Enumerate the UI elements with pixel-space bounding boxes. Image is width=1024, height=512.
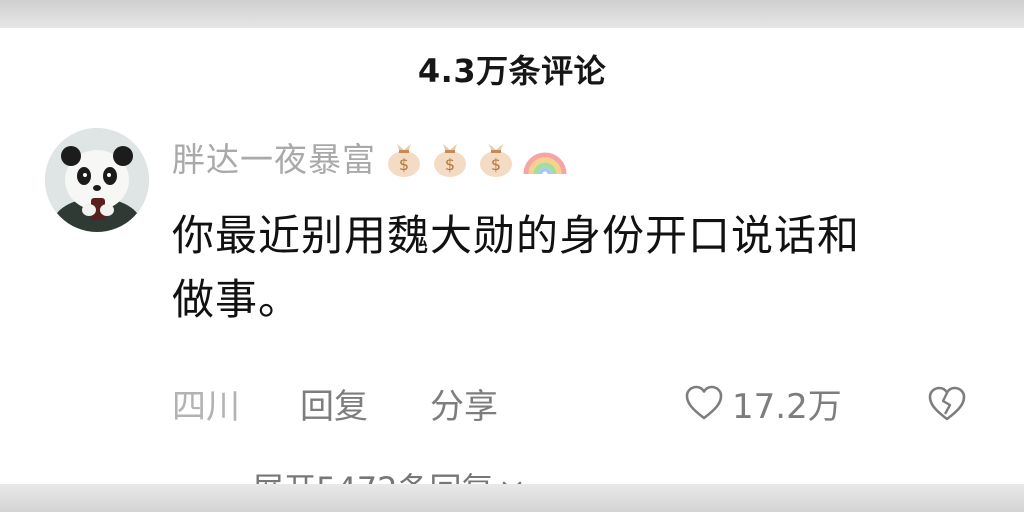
comments-panel: 4.3万条评论 胖达一夜暴富 $ $ $ 你最近别用魏大勋的身份开口说话和 做事… <box>0 28 1024 508</box>
money-bag-icon: $ <box>388 144 420 177</box>
broken-heart-icon <box>928 386 966 421</box>
top-dim-strip <box>0 0 1024 28</box>
money-bag-icon: $ <box>434 144 466 177</box>
bottom-dim-strip <box>0 484 1024 512</box>
share-button[interactable]: 分享 <box>430 378 498 428</box>
rainbow-icon <box>523 152 567 175</box>
heart-outline-icon <box>685 385 723 420</box>
panda-avatar-icon[interactable] <box>45 128 149 232</box>
username-row: 胖达一夜暴富 $ $ $ <box>172 134 574 180</box>
like-button[interactable]: 17.2万 <box>684 378 842 428</box>
comments-count-title: 4.3万条评论 <box>417 52 607 90</box>
svg-text:$: $ <box>491 155 501 174</box>
svg-text:$: $ <box>399 155 409 174</box>
like-count: 17.2万 <box>732 386 842 427</box>
reply-button[interactable]: 回复 <box>300 378 368 428</box>
comment-text-line: 做事。 <box>172 275 302 324</box>
dislike-button[interactable] <box>926 384 968 424</box>
screen: 4.3万条评论 胖达一夜暴富 $ $ $ 你最近别用魏大勋的身份开口说话和 做事… <box>0 0 1024 512</box>
location-label: 四川 <box>172 386 240 427</box>
comment-body: 你最近别用魏大勋的身份开口说话和 做事。 <box>172 204 972 332</box>
username[interactable]: 胖达一夜暴富 <box>172 133 376 181</box>
username-emojis: $ $ $ <box>384 136 574 178</box>
svg-text:$: $ <box>445 155 455 174</box>
comment-text-line: 你最近别用魏大勋的身份开口说话和 <box>172 211 861 260</box>
money-bag-icon: $ <box>480 144 512 177</box>
